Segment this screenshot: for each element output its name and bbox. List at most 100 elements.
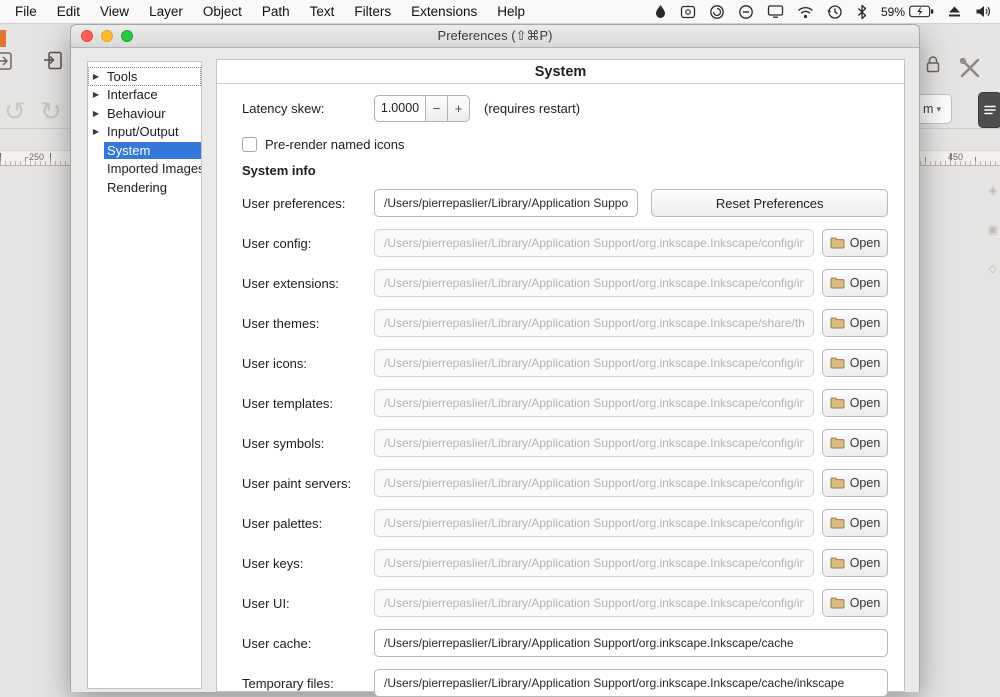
prerender-icons-checkbox[interactable] xyxy=(242,136,257,152)
path-input[interactable] xyxy=(374,189,639,217)
snap-toolbar-strip[interactable]: ◈ ▣ ◇ xyxy=(988,184,998,275)
expander-triangle-icon[interactable]: ▶ xyxy=(88,127,104,136)
eject-icon[interactable] xyxy=(947,5,962,19)
close-button[interactable] xyxy=(81,30,93,42)
dialog-title: Preferences (⇧⌘P) xyxy=(437,28,553,43)
drop-icon[interactable] xyxy=(654,4,667,20)
panel-header: System xyxy=(217,60,904,84)
tree-item-label[interactable]: Interface xyxy=(104,86,201,103)
open-button-label: Open xyxy=(849,436,881,450)
menu-item[interactable]: Extensions xyxy=(401,0,487,24)
open-button[interactable]: Open xyxy=(822,309,888,337)
path-input xyxy=(374,229,814,257)
menu-item[interactable]: Path xyxy=(252,0,300,24)
tree-item-label[interactable]: Input/Output xyxy=(104,123,201,140)
minimize-button[interactable] xyxy=(101,30,113,42)
expander-triangle-icon[interactable]: ▶ xyxy=(88,109,104,118)
latency-skew-label: Latency skew: xyxy=(242,100,325,116)
menu-item[interactable]: Edit xyxy=(47,0,90,24)
expander-triangle-icon[interactable]: ▶ xyxy=(88,90,104,99)
reset-preferences-button[interactable]: Reset Preferences xyxy=(651,189,888,217)
open-button[interactable]: Open xyxy=(822,589,888,617)
open-button-label: Open xyxy=(849,516,881,530)
traffic-lights xyxy=(81,30,133,42)
zoom-button[interactable] xyxy=(121,30,133,42)
open-button[interactable]: Open xyxy=(822,389,888,417)
tree-item-label[interactable]: Rendering xyxy=(104,179,201,196)
path-row: User preferences: Reset Preferences xyxy=(242,189,888,217)
tree-item-label[interactable]: Tools xyxy=(104,68,201,85)
folder-icon xyxy=(830,237,845,249)
path-input[interactable] xyxy=(374,669,888,697)
volume-icon[interactable] xyxy=(975,4,992,19)
macos-menubar: File Edit View Layer Object Path Text Filters Ex… xyxy=(0,0,1000,24)
path-row: User themes: Open xyxy=(242,309,888,337)
path-row-label: User preferences: xyxy=(242,195,346,211)
preferences-tree: ▶ Tools ▶ Interface ▶ Behaviour ▶ Input/… xyxy=(87,61,202,689)
tree-item[interactable]: ▶ Input/Output xyxy=(88,123,201,142)
menu-item[interactable]: File xyxy=(5,0,47,24)
do-not-disturb-icon[interactable] xyxy=(738,4,754,20)
folder-icon xyxy=(830,477,845,489)
tree-item[interactable]: ▶ Interface xyxy=(88,86,201,105)
open-button[interactable]: Open xyxy=(822,269,888,297)
path-row-label: User UI: xyxy=(242,595,290,611)
snap-toolbar-button[interactable] xyxy=(978,92,1000,128)
display-icon[interactable] xyxy=(767,4,784,19)
path-row: User cache: xyxy=(242,629,888,657)
path-input xyxy=(374,389,814,417)
bluetooth-icon[interactable] xyxy=(856,4,868,20)
menu-item[interactable]: Layer xyxy=(139,0,193,24)
tree-item-label[interactable]: System xyxy=(104,141,201,159)
path-row: User templates: Open xyxy=(242,389,888,417)
menu-item[interactable]: Filters xyxy=(344,0,401,24)
battery-indicator[interactable]: 59% xyxy=(881,5,934,19)
latency-skew-value[interactable]: 1.0000 xyxy=(374,94,426,122)
menu-item[interactable]: View xyxy=(90,0,139,24)
latency-skew-spinner: 1.0000 − + xyxy=(374,94,470,122)
ruler-number-right: 450 xyxy=(948,152,964,162)
tree-item-label[interactable]: Imported Images xyxy=(104,160,201,177)
undo-faded-icon[interactable]: ↺ xyxy=(4,98,26,124)
time-machine-icon[interactable] xyxy=(827,4,843,20)
tree-item[interactable]: Rendering xyxy=(88,178,201,197)
tree-item[interactable]: Imported Images xyxy=(88,160,201,179)
open-button[interactable]: Open xyxy=(822,349,888,377)
path-row: User extensions: Open xyxy=(242,269,888,297)
tree-item[interactable]: ▶ Tools xyxy=(88,67,201,86)
ruler-number-left: -250 xyxy=(26,152,45,162)
expander-triangle-icon[interactable]: ▶ xyxy=(88,72,104,81)
folder-icon xyxy=(830,597,845,609)
open-button[interactable]: Open xyxy=(822,509,888,537)
spinner-decrement-button[interactable]: − xyxy=(425,94,448,122)
open-button[interactable]: Open xyxy=(822,229,888,257)
redo-faded-icon[interactable]: ↻ xyxy=(40,98,62,124)
path-row: Temporary files: xyxy=(242,669,888,697)
tool-icon-partial[interactable] xyxy=(0,50,14,72)
open-button[interactable]: Open xyxy=(822,429,888,457)
swirl-icon[interactable] xyxy=(709,4,725,20)
open-button[interactable]: Open xyxy=(822,469,888,497)
path-row: User palettes: Open xyxy=(242,509,888,537)
path-row: User UI: Open xyxy=(242,589,888,617)
menu-item[interactable]: Help xyxy=(487,0,535,24)
tree-item-label[interactable]: Behaviour xyxy=(104,105,201,122)
path-row: User icons: Open xyxy=(242,349,888,377)
tree-item[interactable]: System xyxy=(88,141,201,160)
lock-icon[interactable] xyxy=(924,54,942,74)
path-row-label: User extensions: xyxy=(242,275,339,291)
import-icon[interactable] xyxy=(42,50,64,72)
wifi-icon[interactable] xyxy=(797,5,814,19)
system-info-heading: System info xyxy=(242,163,316,178)
tree-item[interactable]: ▶ Behaviour xyxy=(88,104,201,123)
folder-icon xyxy=(830,277,845,289)
preferences-tools-icon[interactable] xyxy=(958,56,982,80)
photos-icon[interactable] xyxy=(680,4,696,20)
menu-items: File Edit View Layer Object Path Text Filters Ex… xyxy=(0,0,535,23)
snap-option-icon: ◇ xyxy=(988,263,998,275)
open-button[interactable]: Open xyxy=(822,549,888,577)
spinner-increment-button[interactable]: + xyxy=(447,94,470,122)
menu-item[interactable]: Object xyxy=(193,0,252,24)
menu-item[interactable]: Text xyxy=(300,0,345,24)
path-input[interactable] xyxy=(374,629,888,657)
